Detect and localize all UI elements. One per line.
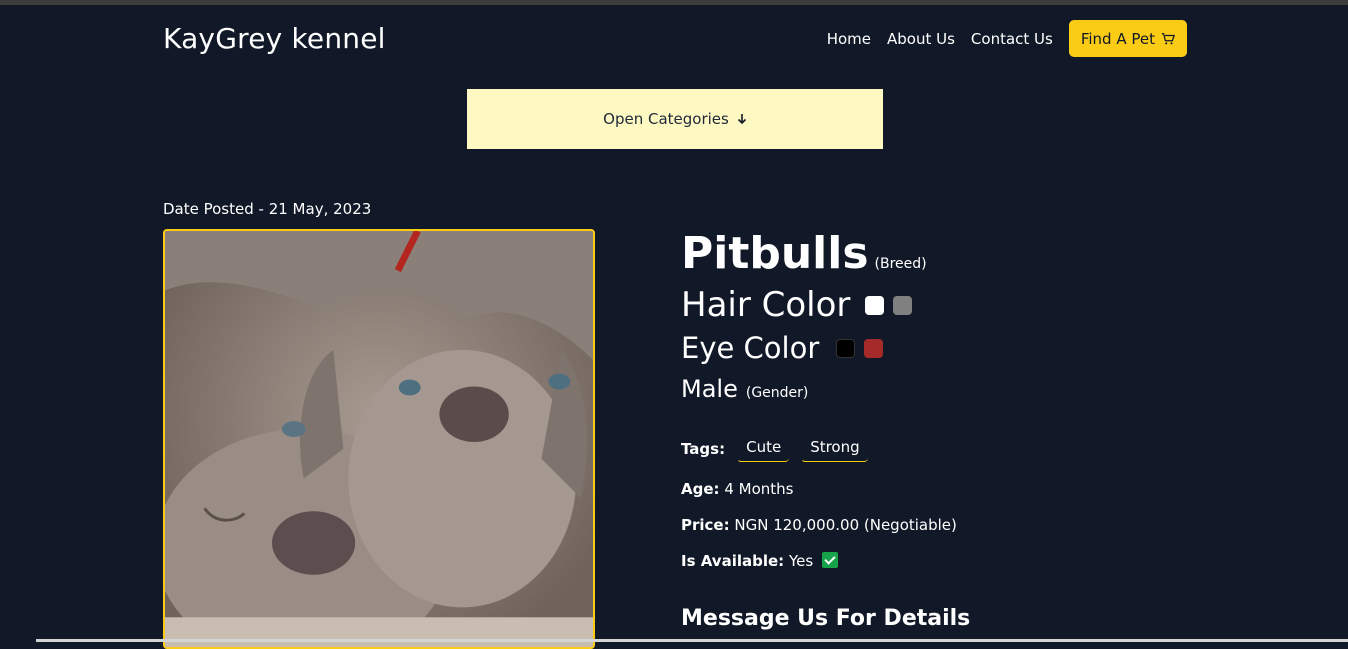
available-value: Yes xyxy=(788,552,814,570)
gender-value: Male xyxy=(681,375,738,403)
check-icon xyxy=(821,552,838,568)
gender-suffix: (Gender) xyxy=(745,385,809,401)
brand-logo[interactable]: KayGrey kennel xyxy=(163,22,386,55)
price-label: Price: xyxy=(681,516,730,534)
eye-color-label: Eye Color xyxy=(681,331,820,365)
window-top-border xyxy=(0,0,1348,5)
tag-strong[interactable]: Strong xyxy=(801,435,868,462)
breed-row: Pitbulls (Breed) xyxy=(681,228,970,279)
nav-contact[interactable]: Contact Us xyxy=(971,30,1053,48)
hair-color-swatch-white xyxy=(865,295,885,315)
availability-row: Is Available: Yes xyxy=(681,552,970,570)
date-posted: Date Posted - 21 May, 2023 xyxy=(163,200,372,218)
open-categories-label: Open Categories xyxy=(603,110,729,128)
tags-row: Tags: Cute Strong xyxy=(681,435,970,462)
breed-title: Pitbulls xyxy=(681,228,869,279)
cart-icon xyxy=(1161,32,1175,44)
message-heading: Message Us For Details xyxy=(681,606,971,631)
find-pet-label: Find A Pet xyxy=(1080,29,1155,48)
breed-suffix: (Breed) xyxy=(874,256,927,272)
tag-cute[interactable]: Cute xyxy=(737,435,790,462)
tags-label: Tags: xyxy=(681,439,726,458)
age-label: Age: xyxy=(681,480,720,498)
eye-color-swatch-brown xyxy=(864,338,884,358)
age-row: Age: 4 Months xyxy=(681,480,970,498)
hair-color-swatch-gray xyxy=(893,295,913,315)
find-pet-button[interactable]: Find A Pet xyxy=(1068,20,1187,57)
open-categories-button[interactable]: Open Categories xyxy=(467,89,883,149)
available-label: Is Available: xyxy=(681,552,785,570)
hair-color-label: Hair Color xyxy=(681,285,851,325)
main-nav: Home About Us Contact Us Find A Pet xyxy=(827,20,1187,57)
nav-home[interactable]: Home xyxy=(827,30,871,48)
gender-row: Male (Gender) xyxy=(681,375,970,403)
dogs-image xyxy=(165,231,593,647)
eye-color-row: Eye Color xyxy=(681,331,970,365)
price-row: Price: NGN 120,000.00 (Negotiable) xyxy=(681,516,970,534)
nav-about[interactable]: About Us xyxy=(887,30,955,48)
pet-details: Pitbulls (Breed) Hair Color Eye Color Ma… xyxy=(681,228,970,631)
age-value: 4 Months xyxy=(724,480,794,498)
price-value: NGN 120,000.00 (Negotiable) xyxy=(734,516,957,534)
eye-color-swatch-black xyxy=(836,338,856,358)
arrow-down-icon xyxy=(737,114,746,125)
hair-color-row: Hair Color xyxy=(681,285,970,325)
pet-photo xyxy=(163,229,595,649)
